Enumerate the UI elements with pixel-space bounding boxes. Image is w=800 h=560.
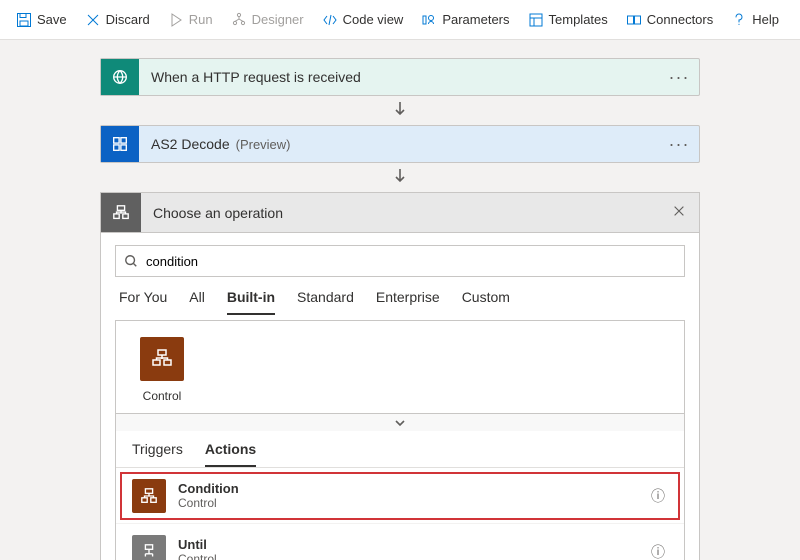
parameters-button[interactable]: Parameters <box>413 8 517 32</box>
help-label: Help <box>752 12 779 27</box>
expand-connectors[interactable] <box>116 413 684 431</box>
action-until[interactable]: Until Control ⓘ <box>116 524 684 560</box>
step-as2-title: AS2 Decode (Preview) <box>139 136 659 152</box>
tab-standard[interactable]: Standard <box>297 289 354 315</box>
subtab-triggers[interactable]: Triggers <box>132 441 183 467</box>
preview-badge: (Preview) <box>236 137 291 152</box>
connectors-button[interactable]: Connectors <box>618 8 721 32</box>
run-label: Run <box>189 12 213 27</box>
action-subtabs: Triggers Actions <box>116 431 684 467</box>
action-subtitle: Control <box>178 496 648 510</box>
designer-button[interactable]: Designer <box>223 8 312 32</box>
panel-title: Choose an operation <box>141 205 659 221</box>
as2-icon <box>101 126 139 162</box>
condition-icon <box>132 479 166 513</box>
step-http-more[interactable]: ··· <box>659 67 699 88</box>
connectors-icon <box>626 12 642 28</box>
until-icon <box>132 535 166 560</box>
action-list: Condition Control ⓘ Until Control <box>116 467 684 560</box>
run-button[interactable]: Run <box>160 8 221 32</box>
choose-operation-panel: Choose an operation For You All Built-in… <box>100 192 700 560</box>
save-label: Save <box>37 12 67 27</box>
panel-header: Choose an operation <box>101 193 699 233</box>
step-as2-decode[interactable]: AS2 Decode (Preview) ··· <box>100 125 700 163</box>
templates-button[interactable]: Templates <box>520 8 616 32</box>
action-condition[interactable]: Condition Control ⓘ <box>116 468 684 524</box>
tab-enterprise[interactable]: Enterprise <box>376 289 440 315</box>
info-button[interactable]: ⓘ <box>648 542 668 560</box>
code-view-icon <box>322 12 338 28</box>
http-icon <box>101 59 139 95</box>
search-box[interactable] <box>115 245 685 277</box>
discard-button[interactable]: Discard <box>77 8 158 32</box>
info-button[interactable]: ⓘ <box>648 486 668 506</box>
discard-label: Discard <box>106 12 150 27</box>
action-name: Condition <box>178 481 648 496</box>
parameters-label: Parameters <box>442 12 509 27</box>
connector-label: Control <box>143 389 182 403</box>
action-subtitle: Control <box>178 552 648 560</box>
operation-icon <box>101 193 141 232</box>
close-button[interactable] <box>659 204 699 221</box>
help-button[interactable]: Help <box>723 8 787 32</box>
designer-icon <box>231 12 247 28</box>
search-input[interactable] <box>146 254 676 269</box>
tab-custom[interactable]: Custom <box>462 289 510 315</box>
designer-label: Designer <box>252 12 304 27</box>
run-icon <box>168 12 184 28</box>
toolbar: Save Discard Run Designer Code view Para… <box>0 0 800 40</box>
subtab-actions[interactable]: Actions <box>205 441 256 467</box>
connector-control[interactable]: Control <box>132 337 192 403</box>
help-icon <box>731 12 747 28</box>
templates-label: Templates <box>549 12 608 27</box>
arrow-down-icon <box>391 167 409 188</box>
search-icon <box>124 254 138 268</box>
code-view-button[interactable]: Code view <box>314 8 412 32</box>
action-name: Until <box>178 537 648 552</box>
tab-built-in[interactable]: Built-in <box>227 289 275 315</box>
save-button[interactable]: Save <box>8 8 75 32</box>
step-http-title: When a HTTP request is received <box>139 69 659 85</box>
tab-all[interactable]: All <box>189 289 205 315</box>
connectors-label: Connectors <box>647 12 713 27</box>
control-icon <box>140 337 184 381</box>
step-as2-more[interactable]: ··· <box>659 134 699 155</box>
templates-icon <box>528 12 544 28</box>
save-icon <box>16 12 32 28</box>
chevron-down-icon <box>393 416 407 430</box>
tab-for-you[interactable]: For You <box>119 289 167 315</box>
discard-icon <box>85 12 101 28</box>
category-tabs: For You All Built-in Standard Enterprise… <box>115 277 685 316</box>
designer-canvas: When a HTTP request is received ··· AS2 … <box>0 40 800 560</box>
code-view-label: Code view <box>343 12 404 27</box>
arrow-down-icon <box>391 100 409 121</box>
parameters-icon <box>421 12 437 28</box>
step-http-request[interactable]: When a HTTP request is received ··· <box>100 58 700 96</box>
